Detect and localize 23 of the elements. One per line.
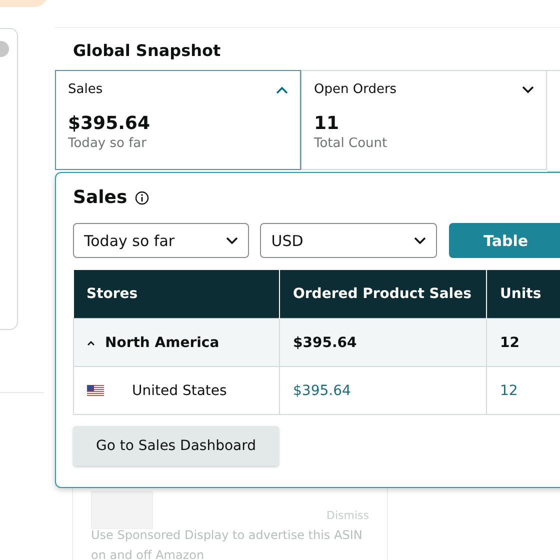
- tile-label: Sales: [68, 82, 103, 97]
- tile-caption: Today so far: [68, 136, 148, 151]
- table-cell: $395.64: [280, 318, 486, 366]
- popover-title: Sales: [73, 187, 128, 208]
- promo-text: Use Sponsored Display to advertise this ASIN on and off Amazon: [91, 527, 364, 560]
- metric-tile[interactable]: Sales $395.64 Today so far: [55, 70, 301, 170]
- tile-value: 11: [314, 113, 340, 134]
- column-header: Stores: [74, 270, 280, 318]
- tile-caption: Total Count: [314, 136, 388, 151]
- table-cell: North America: [74, 318, 280, 366]
- tile-label: Open Orders: [314, 82, 397, 97]
- dropdown[interactable]: Today so far: [73, 223, 250, 258]
- table-cell: United States: [74, 366, 280, 414]
- dropdown[interactable]: USD: [260, 223, 437, 258]
- column-header: Units: [486, 270, 560, 318]
- table-cell: 12: [486, 318, 560, 366]
- dashboard-button[interactable]: Go to Sales Dashboard: [73, 426, 279, 466]
- tile-value: $395.64: [68, 113, 151, 134]
- metric-tile[interactable]: Open Orders 11 Total Count: [301, 70, 547, 170]
- panel-title: Global Snapshot: [73, 41, 222, 60]
- table-button[interactable]: Table: [448, 223, 560, 258]
- column-header: Ordered Product Sales: [280, 270, 486, 318]
- table-cell[interactable]: $395.64: [280, 366, 486, 414]
